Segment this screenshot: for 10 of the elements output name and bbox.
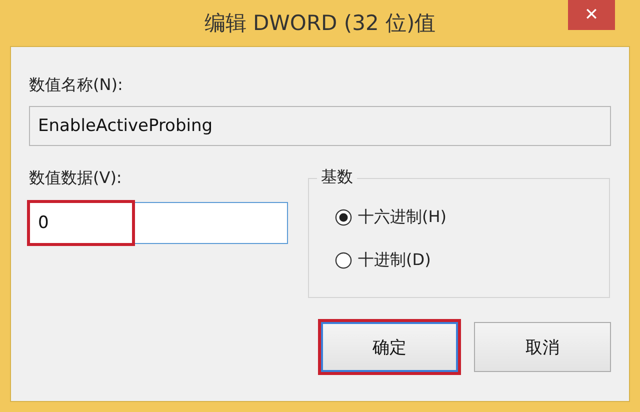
field-label: 数值名称(N): bbox=[29, 75, 124, 96]
close-button[interactable]: ✕ bbox=[568, 0, 615, 30]
dialog-button[interactable]: 确定 bbox=[321, 322, 458, 372]
window-title: 编辑 DWORD (32 位)值 bbox=[204, 10, 436, 37]
name-field[interactable]: EnableActiveProbing bbox=[29, 106, 611, 146]
dialog-button[interactable]: 取消 bbox=[474, 322, 611, 372]
radio-option[interactable]: 十进制(D) bbox=[335, 250, 431, 271]
radio-option[interactable]: 十六进制(H) bbox=[335, 207, 447, 228]
field-label: 数值数据(V): bbox=[29, 168, 123, 189]
input-field[interactable]: 0 bbox=[29, 202, 288, 244]
